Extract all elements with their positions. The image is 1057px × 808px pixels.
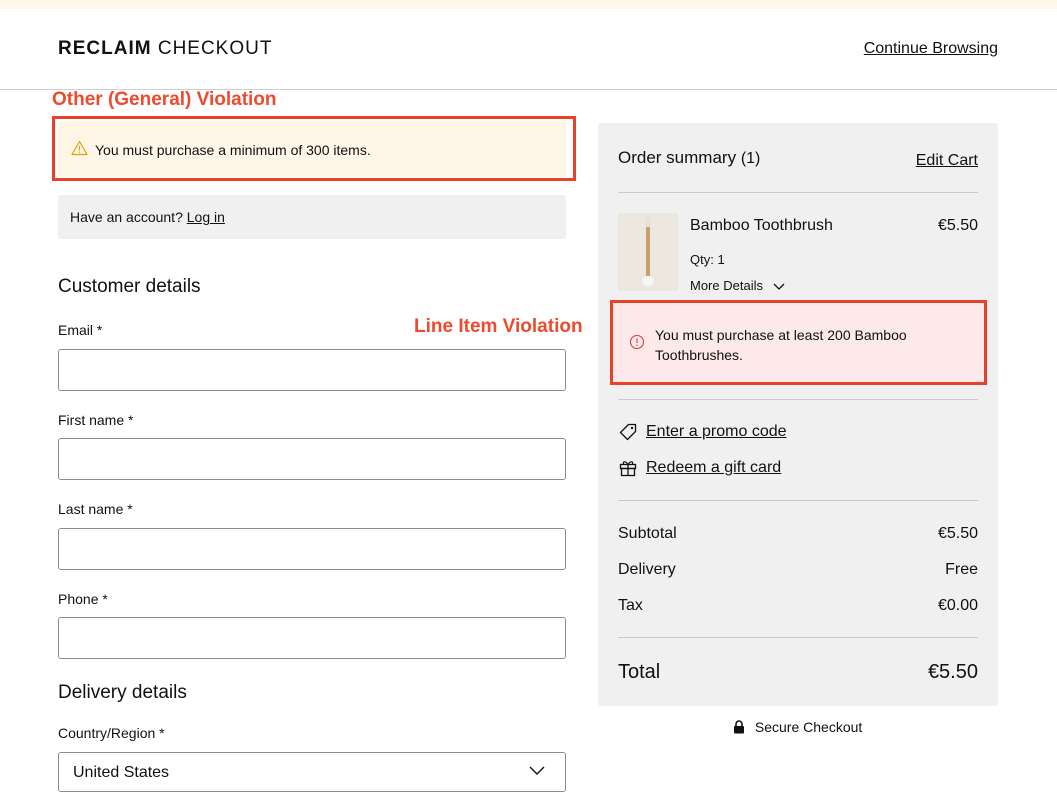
brand-logo[interactable]: RECLAIM CHECKOUT <box>58 38 272 60</box>
chevron-down-icon <box>773 283 785 290</box>
tax-label: Tax <box>618 597 643 614</box>
continue-browsing-link[interactable]: Continue Browsing <box>864 40 998 58</box>
login-link[interactable]: Log in <box>187 209 225 225</box>
secure-checkout-label: Secure Checkout <box>754 719 863 735</box>
subtotal-row: Subtotal €5.50 <box>618 525 978 543</box>
general-violation-highlight <box>52 116 576 181</box>
subtotal-value: €5.50 <box>937 525 978 542</box>
total-label: Total <box>618 661 661 683</box>
total-value: €5.50 <box>927 661 978 683</box>
last-name-label: Last name * <box>58 501 133 517</box>
brand-subtitle: CHECKOUT <box>157 38 273 59</box>
gift-icon <box>619 461 637 477</box>
tax-row: Tax €0.00 <box>618 597 978 615</box>
summary-divider <box>618 192 978 193</box>
summary-divider <box>618 399 978 400</box>
tag-icon <box>619 423 637 441</box>
delivery-details-title: Delivery details <box>58 682 187 703</box>
country-select[interactable]: United States <box>58 752 566 792</box>
delivery-row: Delivery Free <box>618 561 978 579</box>
top-banner-strip <box>0 0 1057 9</box>
order-summary-count: (1) <box>740 150 761 167</box>
email-field[interactable] <box>58 349 566 391</box>
order-summary-panel: Order summary (1) Edit Cart Bamboo Tooth… <box>598 123 998 706</box>
phone-label: Phone * <box>58 591 108 607</box>
header: RECLAIM CHECKOUT Continue Browsing <box>0 9 1057 90</box>
line-item-violation-highlight <box>610 300 987 385</box>
product-quantity: Qty: 1 <box>690 252 725 267</box>
product-thumbnail[interactable] <box>618 213 678 291</box>
tax-value: €0.00 <box>937 597 978 614</box>
product-price: €5.50 <box>937 217 978 234</box>
lock-icon <box>734 720 744 734</box>
summary-divider <box>618 500 978 501</box>
general-violation-annotation: Other (General) Violation <box>52 89 277 110</box>
line-item-violation-annotation: Line Item Violation <box>414 316 583 337</box>
secure-checkout: Secure Checkout <box>733 719 862 735</box>
brand-name: RECLAIM <box>58 38 152 59</box>
first-name-label: First name * <box>58 412 134 428</box>
edit-cart-link[interactable]: Edit Cart <box>916 152 978 170</box>
delivery-value: Free <box>945 561 978 578</box>
country-label: Country/Region * <box>58 725 165 741</box>
account-prompt-text: Have an account? <box>70 209 183 225</box>
toothbrush-image <box>618 213 678 291</box>
total-row: Total €5.50 <box>618 661 978 684</box>
order-summary-title: Order summary <box>618 148 737 167</box>
last-name-field[interactable] <box>58 528 566 570</box>
more-details-toggle[interactable]: More Details <box>690 278 785 293</box>
phone-field[interactable] <box>58 617 566 659</box>
email-label: Email * <box>58 322 103 338</box>
product-name: Bamboo Toothbrush <box>690 217 833 234</box>
country-select-value: United States <box>73 764 170 781</box>
summary-divider <box>618 637 978 638</box>
more-details-label: More Details <box>690 278 763 293</box>
chevron-down-icon <box>529 766 545 775</box>
first-name-field[interactable] <box>58 438 566 480</box>
delivery-label: Delivery <box>618 561 676 578</box>
promo-code-label: Enter a promo code <box>646 423 787 440</box>
account-prompt: Have an account? Log in <box>58 195 566 239</box>
subtotal-label: Subtotal <box>618 525 677 542</box>
customer-details-title: Customer details <box>58 276 201 297</box>
gift-card-label: Redeem a gift card <box>646 459 782 476</box>
